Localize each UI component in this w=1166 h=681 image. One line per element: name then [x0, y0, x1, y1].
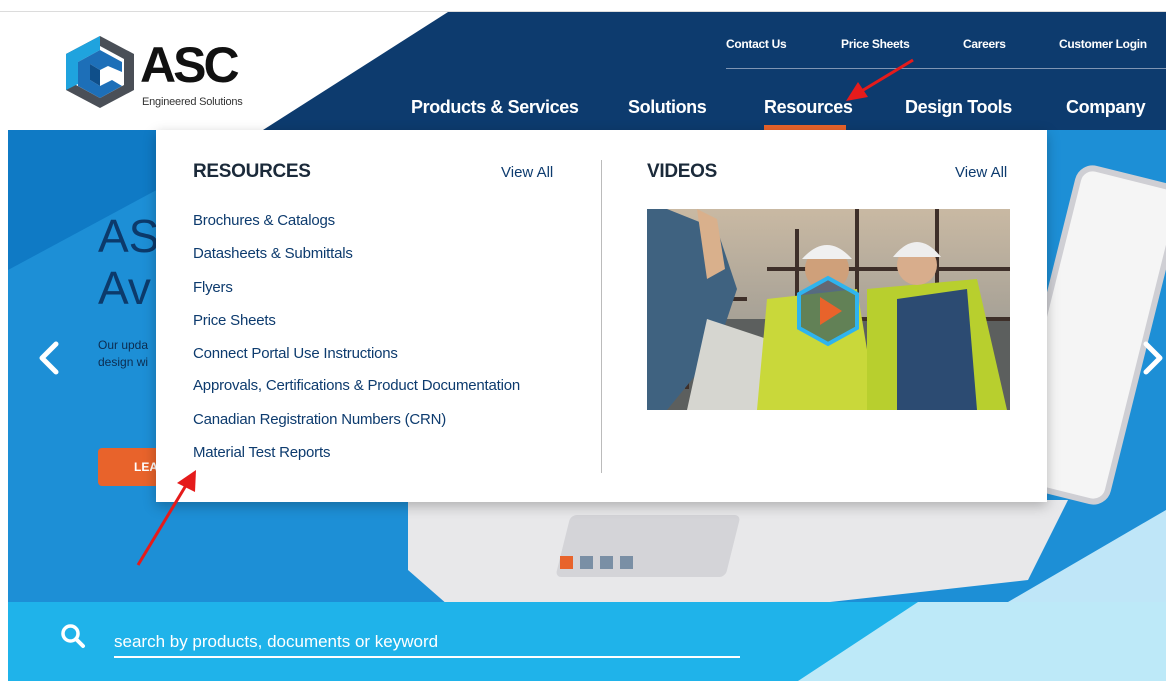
carousel-dot-3[interactable]: [600, 556, 613, 569]
videos-heading: VIDEOS: [647, 161, 717, 182]
resources-dropdown-menu: RESOURCES View All Brochures & Catalogs …: [156, 130, 1047, 502]
resources-heading: RESOURCES: [193, 161, 311, 182]
link-canadian-registration-numbers[interactable]: Canadian Registration Numbers (CRN): [193, 411, 446, 428]
carousel-dot-4[interactable]: [620, 556, 633, 569]
nav-design-tools[interactable]: Design Tools: [905, 97, 1012, 118]
link-material-test-reports[interactable]: Material Test Reports: [193, 444, 330, 461]
logo-wordmark: ASC: [140, 37, 240, 93]
video-thumbnail[interactable]: [647, 209, 1010, 410]
utility-link-careers[interactable]: Careers: [963, 37, 1006, 51]
utility-link-customer-login[interactable]: Customer Login: [1059, 37, 1147, 51]
asc-logo[interactable]: ASC Engineered Solutions: [60, 32, 270, 122]
dropdown-column-divider: [601, 160, 602, 473]
utility-link-contact-us[interactable]: Contact Us: [726, 37, 787, 51]
site-header: ASC Engineered Solutions Contact Us Pric…: [8, 12, 1166, 130]
link-datasheets-submittals[interactable]: Datasheets & Submittals: [193, 245, 353, 262]
hero-desc-line-2: design wi: [98, 355, 149, 369]
site-search-bar: [8, 602, 1166, 681]
hero-title-line-1: AS: [98, 210, 160, 262]
carousel-dot-1[interactable]: [560, 556, 573, 569]
nav-company[interactable]: Company: [1066, 97, 1146, 118]
search-icon[interactable]: [60, 623, 86, 649]
carousel-dot-2[interactable]: [580, 556, 593, 569]
browser-top-strip: [0, 0, 1166, 12]
hero-desc-line-1: Our upda: [98, 338, 149, 352]
utility-link-price-sheets[interactable]: Price Sheets: [841, 37, 910, 51]
hero-title: AS Av: [98, 210, 159, 314]
hero-description: Our upda design wi: [98, 337, 158, 371]
asc-logo-mark-icon: [66, 36, 134, 108]
link-flyers[interactable]: Flyers: [193, 279, 233, 296]
resources-view-all-link[interactable]: View All: [501, 164, 553, 181]
search-input[interactable]: [114, 628, 740, 658]
link-price-sheets[interactable]: Price Sheets: [193, 312, 276, 329]
play-icon[interactable]: [792, 275, 864, 347]
link-brochures-catalogs[interactable]: Brochures & Catalogs: [193, 212, 335, 229]
nav-solutions[interactable]: Solutions: [628, 97, 707, 118]
logo-tagline: Engineered Solutions: [142, 96, 243, 108]
link-connect-portal-instructions[interactable]: Connect Portal Use Instructions: [193, 345, 398, 362]
hero-title-line-2: Av: [98, 262, 151, 314]
utility-divider: [726, 68, 1166, 69]
carousel-prev-arrow-icon[interactable]: [30, 338, 70, 378]
link-approvals-certifications[interactable]: Approvals, Certifications & Product Docu…: [193, 377, 520, 394]
videos-view-all-link[interactable]: View All: [955, 164, 1007, 181]
nav-products-services[interactable]: Products & Services: [411, 97, 579, 118]
nav-resources[interactable]: Resources: [764, 97, 853, 118]
carousel-next-arrow-icon[interactable]: [1132, 338, 1166, 378]
